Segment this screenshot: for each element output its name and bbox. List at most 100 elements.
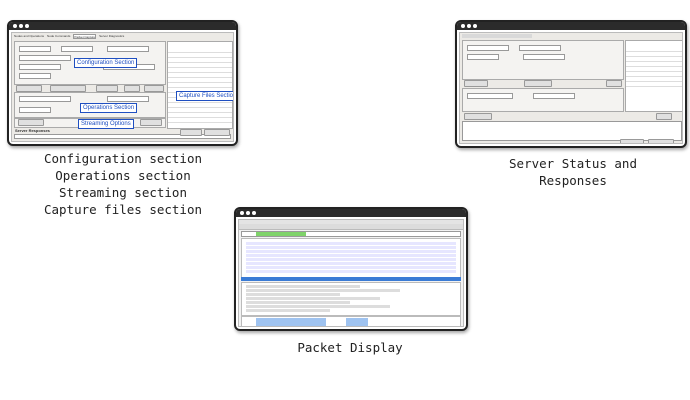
response-button[interactable] bbox=[620, 139, 644, 143]
capture-files-section-label: Capture Files Section bbox=[176, 91, 233, 101]
toolbar-button[interactable] bbox=[50, 85, 86, 92]
window-dot bbox=[25, 24, 29, 28]
server-status-window-figure bbox=[455, 20, 687, 148]
window-titlebar bbox=[457, 22, 685, 30]
config-field[interactable] bbox=[19, 46, 51, 52]
packet-row[interactable] bbox=[246, 246, 456, 249]
config-field[interactable] bbox=[61, 46, 93, 52]
status-field[interactable] bbox=[467, 54, 499, 60]
operations-field[interactable] bbox=[19, 107, 51, 113]
server-status-screenshot bbox=[459, 32, 683, 144]
window-dot bbox=[246, 211, 250, 215]
table-row[interactable] bbox=[168, 118, 232, 123]
toolbar-button[interactable] bbox=[16, 85, 42, 92]
status-field[interactable] bbox=[467, 93, 513, 99]
hex-selection bbox=[256, 318, 326, 326]
configuration-screenshot: Nodes and Operations Node Commands Packe… bbox=[11, 32, 234, 142]
caption-line: Operations section bbox=[55, 168, 191, 183]
window-dot bbox=[467, 24, 471, 28]
window-dot bbox=[19, 24, 23, 28]
status-button[interactable] bbox=[524, 80, 552, 87]
response-button[interactable] bbox=[204, 129, 230, 136]
caption-line: Configuration section bbox=[43, 151, 203, 166]
caption-bottom: Packet Display bbox=[270, 339, 430, 356]
response-button[interactable] bbox=[648, 139, 674, 143]
packet-row[interactable] bbox=[246, 250, 456, 253]
window-dot bbox=[252, 211, 256, 215]
operations-field[interactable] bbox=[107, 96, 149, 102]
configuration-section-label: Configuration Section bbox=[74, 58, 138, 68]
window-dot bbox=[13, 24, 17, 28]
tab-server-diagnostics[interactable]: Server Diagnostics bbox=[99, 34, 124, 39]
tab-packet-capture[interactable]: Packet Capture bbox=[73, 34, 97, 39]
streaming-options-label: Streaming Options bbox=[78, 119, 134, 129]
packet-row[interactable] bbox=[246, 242, 456, 245]
selected-packet-row[interactable] bbox=[241, 277, 461, 281]
packet-display-window-figure bbox=[234, 207, 468, 331]
window-titlebar bbox=[9, 22, 236, 30]
status-config-panel bbox=[462, 40, 624, 80]
table-row[interactable] bbox=[626, 82, 682, 87]
filter-bar bbox=[241, 231, 461, 237]
capture-files-table bbox=[167, 41, 233, 129]
detail-line[interactable] bbox=[246, 309, 330, 312]
config-field[interactable] bbox=[19, 64, 61, 70]
toolbar-button[interactable] bbox=[96, 85, 118, 92]
detail-line[interactable] bbox=[246, 293, 340, 296]
operations-section-label: Operations Section bbox=[80, 103, 138, 113]
server-responses-box bbox=[462, 121, 682, 141]
toolbar-button[interactable] bbox=[144, 85, 164, 92]
caption-line: Packet Display bbox=[297, 340, 403, 355]
status-field[interactable] bbox=[467, 45, 509, 51]
ascii-selection bbox=[346, 318, 368, 326]
response-button[interactable] bbox=[180, 129, 202, 136]
packet-row[interactable] bbox=[246, 254, 456, 257]
status-button[interactable] bbox=[464, 80, 488, 87]
packet-list bbox=[241, 238, 461, 278]
packet-row[interactable] bbox=[246, 258, 456, 261]
status-button[interactable] bbox=[606, 80, 622, 87]
detail-line[interactable] bbox=[246, 301, 350, 304]
caption-line: Responses bbox=[539, 173, 607, 188]
caption-line: Server Status and bbox=[509, 156, 637, 171]
window-titlebar bbox=[236, 209, 466, 217]
detail-line[interactable] bbox=[246, 289, 400, 292]
config-field[interactable] bbox=[107, 46, 149, 52]
window-dot bbox=[240, 211, 244, 215]
packet-display-screenshot bbox=[238, 219, 464, 327]
server-responses-title: Server Responses bbox=[15, 128, 50, 133]
status-file-table bbox=[625, 40, 682, 112]
stream-button[interactable] bbox=[18, 119, 44, 126]
hex-pane bbox=[241, 316, 461, 326]
detail-line[interactable] bbox=[246, 297, 380, 300]
packet-row[interactable] bbox=[246, 270, 456, 273]
status-button[interactable] bbox=[656, 113, 672, 120]
main-toolbar bbox=[239, 224, 463, 230]
packet-details bbox=[241, 282, 461, 316]
caption-left: Configuration section Operations section… bbox=[38, 150, 208, 218]
configuration-window-figure: Nodes and Operations Node Commands Packe… bbox=[7, 20, 238, 146]
packet-row[interactable] bbox=[246, 266, 456, 269]
tab-nodes-and-operations[interactable]: Nodes and Operations bbox=[14, 34, 44, 39]
status-field[interactable] bbox=[533, 93, 575, 99]
status-field[interactable] bbox=[519, 45, 561, 51]
tab-bar: Nodes and Operations Node Commands Packe… bbox=[14, 34, 231, 39]
packet-row[interactable] bbox=[246, 262, 456, 265]
stream-button[interactable] bbox=[140, 119, 162, 126]
window-dot bbox=[461, 24, 465, 28]
caption-line: Capture files section bbox=[43, 202, 203, 217]
filter-input[interactable] bbox=[256, 232, 306, 236]
tab-node-commands[interactable]: Node Commands bbox=[47, 34, 70, 39]
caption-line: Streaming section bbox=[59, 185, 187, 200]
caption-right: Server Status and Responses bbox=[488, 155, 658, 189]
config-field[interactable] bbox=[19, 55, 71, 61]
status-field[interactable] bbox=[523, 54, 565, 60]
status-button[interactable] bbox=[464, 113, 492, 120]
window-dot bbox=[473, 24, 477, 28]
operations-field[interactable] bbox=[19, 96, 71, 102]
detail-line[interactable] bbox=[246, 305, 390, 308]
toolbar-button[interactable] bbox=[124, 85, 140, 92]
config-field[interactable] bbox=[19, 73, 51, 79]
status-operations-panel bbox=[462, 88, 624, 112]
detail-line[interactable] bbox=[246, 285, 360, 288]
